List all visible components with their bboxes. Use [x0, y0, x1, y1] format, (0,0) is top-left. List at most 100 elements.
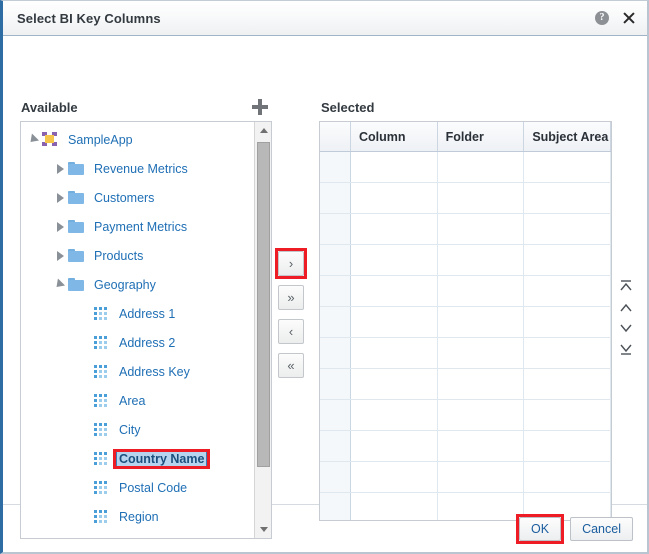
- twisty-placeholder: [79, 423, 92, 436]
- folder-icon: [68, 248, 84, 263]
- tree-item[interactable]: Payment Metrics: [21, 212, 253, 241]
- move-up-icon[interactable]: [616, 297, 636, 318]
- table-cell: [523, 461, 611, 493]
- selected-table-handle-header[interactable]: [320, 122, 351, 152]
- table-cell: [437, 275, 525, 307]
- tree-item[interactable]: City: [21, 415, 253, 444]
- tree-item-label-wrap: Address 2: [116, 336, 178, 350]
- available-tree-scroll-area: SampleApp Revenue Metrics Customers Payment…: [21, 122, 253, 538]
- table-cell: [437, 492, 525, 520]
- twisty-expanded-icon[interactable]: [53, 278, 66, 291]
- column-icon: [94, 365, 108, 378]
- tree-item-label: Customers: [94, 190, 155, 205]
- selected-table-body[interactable]: [320, 151, 611, 520]
- tree-item-label: Area: [119, 393, 146, 408]
- folder-icon: [68, 190, 84, 205]
- move-all-right-button[interactable]: »: [278, 285, 304, 310]
- folder-icon: [68, 219, 84, 234]
- twisty-collapsed-icon[interactable]: [53, 191, 66, 204]
- move-left-button[interactable]: ‹: [278, 319, 304, 344]
- help-icon[interactable]: ?: [595, 11, 609, 25]
- table-row[interactable]: [320, 492, 611, 520]
- tree-item[interactable]: SampleApp: [21, 125, 253, 154]
- tree-item[interactable]: Geography: [21, 270, 253, 299]
- close-icon[interactable]: [621, 10, 637, 26]
- tree-item[interactable]: Customers: [21, 183, 253, 212]
- move-right-button[interactable]: ›: [278, 251, 304, 276]
- selected-table-box: Column Folder Subject Area: [319, 121, 612, 521]
- column-icon: [94, 394, 108, 407]
- tree-item-label: Revenue Metrics: [94, 161, 188, 176]
- tree-item[interactable]: Region: [21, 502, 253, 531]
- table-row[interactable]: [320, 430, 611, 462]
- table-row[interactable]: [320, 368, 611, 400]
- dialog-title: Select BI Key Columns: [17, 10, 161, 26]
- tree-item-label: Products: [94, 248, 144, 263]
- tree-item-label: Region: [119, 509, 159, 524]
- row-handle-cell: [320, 306, 351, 338]
- tree-item-label: Address 2: [119, 335, 176, 350]
- move-left-wrap: ‹: [278, 319, 304, 344]
- row-handle-cell: [320, 337, 351, 369]
- table-cell: [437, 399, 525, 431]
- tree-item[interactable]: Area: [21, 386, 253, 415]
- tree-item-label: Geography: [94, 277, 156, 292]
- table-row[interactable]: [320, 461, 611, 493]
- table-cell: [523, 430, 611, 462]
- tree-item[interactable]: Country Name: [21, 444, 253, 473]
- available-tree[interactable]: SampleApp Revenue Metrics Customers Payment…: [21, 122, 253, 538]
- tree-item[interactable]: State Province: [21, 531, 253, 538]
- tree-item[interactable]: Products: [21, 241, 253, 270]
- column-icon: [94, 307, 108, 320]
- table-cell: [350, 213, 438, 245]
- tree-item-label-wrap: Postal Code: [116, 481, 190, 495]
- tree-item[interactable]: Postal Code: [21, 473, 253, 502]
- tree-item-label: Postal Code: [119, 480, 188, 495]
- table-cell: [523, 182, 611, 214]
- row-handle-cell: [320, 213, 351, 245]
- twisty-collapsed-icon[interactable]: [53, 162, 66, 175]
- scroll-down-icon[interactable]: [255, 521, 271, 538]
- row-handle-cell: [320, 151, 351, 183]
- tree-item[interactable]: Address 2: [21, 328, 253, 357]
- column-header[interactable]: Subject Area: [523, 122, 611, 152]
- ok-button[interactable]: OK: [519, 516, 562, 541]
- twisty-collapsed-icon[interactable]: [53, 220, 66, 233]
- scrollbar-thumb[interactable]: [257, 142, 270, 467]
- tree-item[interactable]: Address 1: [21, 299, 253, 328]
- tree-item-label-wrap: City: [116, 423, 144, 437]
- table-row[interactable]: [320, 213, 611, 245]
- tree-item-label: SampleApp: [68, 132, 133, 147]
- move-to-top-icon[interactable]: [616, 276, 636, 297]
- table-cell: [437, 182, 525, 214]
- table-cell: [523, 337, 611, 369]
- move-to-bottom-icon[interactable]: [616, 339, 636, 360]
- tree-item[interactable]: Address Key: [21, 357, 253, 386]
- column-header[interactable]: Folder: [437, 122, 525, 152]
- table-row[interactable]: [320, 182, 611, 214]
- scroll-up-icon[interactable]: [255, 122, 271, 139]
- twisty-expanded-icon[interactable]: [27, 133, 40, 146]
- table-row[interactable]: [320, 275, 611, 307]
- tree-item-label-wrap: Payment Metrics: [91, 220, 190, 234]
- table-row[interactable]: [320, 306, 611, 338]
- tree-vertical-scrollbar[interactable]: [254, 122, 271, 538]
- tree-item-highlight: Country Name: [112, 448, 211, 469]
- plus-icon[interactable]: [251, 98, 269, 116]
- move-down-icon[interactable]: [616, 318, 636, 339]
- table-row[interactable]: [320, 244, 611, 276]
- row-handle-cell: [320, 399, 351, 431]
- table-row[interactable]: [320, 399, 611, 431]
- twisty-collapsed-icon[interactable]: [53, 249, 66, 262]
- cancel-button[interactable]: Cancel: [570, 516, 633, 541]
- table-row[interactable]: [320, 337, 611, 369]
- move-all-left-button[interactable]: «: [278, 353, 304, 378]
- tree-item-label-wrap: Area: [116, 394, 148, 408]
- tree-item-label: Address 1: [119, 306, 176, 321]
- table-row[interactable]: [320, 151, 611, 183]
- tree-item-label-wrap: Geography: [91, 278, 159, 292]
- tree-item[interactable]: Revenue Metrics: [21, 154, 253, 183]
- column-header[interactable]: Column: [350, 122, 438, 152]
- table-cell: [437, 306, 525, 338]
- tree-item-label-wrap: SampleApp: [65, 133, 136, 147]
